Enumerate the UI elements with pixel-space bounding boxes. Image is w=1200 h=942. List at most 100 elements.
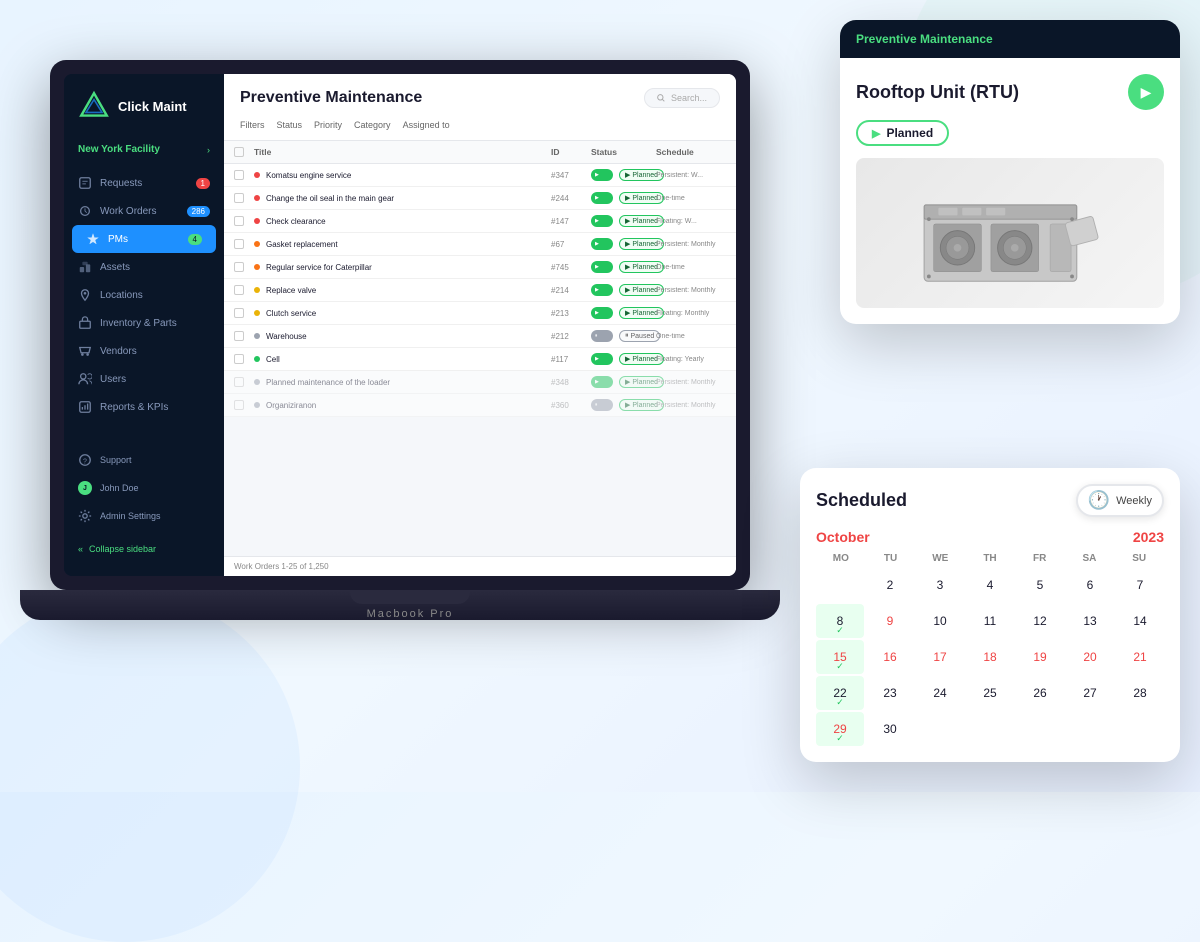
pm-schedule-cell: Persistent: Monthly: [656, 287, 726, 294]
sidebar-item-workorders[interactable]: Work Orders 286: [64, 197, 224, 225]
table-row[interactable]: Change the oil seal in the main gear #24…: [224, 187, 736, 210]
assets-icon: [78, 260, 92, 274]
header-status: Status: [591, 147, 656, 157]
row-checkbox[interactable]: [234, 239, 254, 249]
pm-toggle[interactable]: [591, 376, 613, 388]
calendar-cell[interactable]: 6: [1066, 568, 1114, 602]
sidebar-item-requests[interactable]: Requests 1: [64, 169, 224, 197]
calendar-cell[interactable]: 13: [1066, 604, 1114, 638]
sidebar-item-pms[interactable]: PMs 4: [72, 225, 216, 253]
select-all-checkbox[interactable]: [234, 147, 244, 157]
calendar-cell[interactable]: 9: [866, 604, 914, 638]
calendar-cell[interactable]: 15✓: [816, 640, 864, 674]
rooftop-card-header: Preventive Maintenance: [840, 20, 1180, 58]
pm-toggle[interactable]: [591, 261, 613, 273]
table-row[interactable]: Check clearance #147 ▶Planned Floating: …: [224, 210, 736, 233]
pm-toggle[interactable]: [591, 215, 613, 227]
sidebar-item-inventory[interactable]: Inventory & Parts: [64, 309, 224, 337]
table-row[interactable]: Warehouse #212 ⏸Paused One-time: [224, 325, 736, 348]
row-checkbox[interactable]: [234, 216, 254, 226]
calendar-cell[interactable]: 7: [1116, 568, 1164, 602]
table-row[interactable]: Gasket replacement #67 ▶Planned Persiste…: [224, 233, 736, 256]
calendar-cell[interactable]: 27: [1066, 676, 1114, 710]
row-checkbox[interactable]: [234, 262, 254, 272]
calendar-cell[interactable]: 8✓: [816, 604, 864, 638]
calendar-cell: [1116, 712, 1164, 746]
calendar-cell[interactable]: 30: [866, 712, 914, 746]
calendar-cell[interactable]: 4: [966, 568, 1014, 602]
calendar-cell[interactable]: 10: [916, 604, 964, 638]
pm-title-cell: Clutch service: [266, 309, 551, 318]
calendar-cell[interactable]: 29✓: [816, 712, 864, 746]
collapse-sidebar-button[interactable]: « Collapse sidebar: [64, 538, 224, 560]
planned-label: Planned: [886, 126, 933, 140]
calendar-cell[interactable]: 28: [1116, 676, 1164, 710]
table-row[interactable]: Clutch service #213 ▶Planned Floating: M…: [224, 302, 736, 325]
weekly-badge[interactable]: 🕐 Weekly: [1076, 484, 1164, 517]
calendar-cell[interactable]: 14: [1116, 604, 1164, 638]
row-checkbox[interactable]: [234, 331, 254, 341]
pm-toggle[interactable]: [591, 169, 613, 181]
calendar-cell[interactable]: 11: [966, 604, 1014, 638]
table-row[interactable]: Replace valve #214 ▶Planned Persistent: …: [224, 279, 736, 302]
pm-toggle[interactable]: [591, 192, 613, 204]
sidebar-item-support[interactable]: ? Support: [64, 446, 224, 474]
filter-category[interactable]: Category: [354, 118, 391, 132]
row-checkbox[interactable]: [234, 308, 254, 318]
asset-play-button[interactable]: ▶: [1128, 74, 1164, 110]
calendar-cell[interactable]: 20: [1066, 640, 1114, 674]
calendar-cell[interactable]: 2: [866, 568, 914, 602]
calendar-cell[interactable]: 19: [1016, 640, 1064, 674]
row-checkbox[interactable]: [234, 285, 254, 295]
table-row[interactable]: Komatsu engine service #347 ▶Planned Per…: [224, 164, 736, 187]
filter-status[interactable]: Status: [277, 118, 303, 132]
sidebar-item-locations[interactable]: Locations: [64, 281, 224, 309]
sidebar-item-admin-settings[interactable]: Admin Settings: [64, 502, 224, 530]
row-checkbox[interactable]: [234, 377, 254, 387]
row-checkbox[interactable]: [234, 193, 254, 203]
calendar-cell[interactable]: 18: [966, 640, 1014, 674]
calendar-cell[interactable]: 26: [1016, 676, 1064, 710]
filter-priority[interactable]: Priority: [314, 118, 342, 132]
pm-title-cell: Change the oil seal in the main gear: [266, 194, 551, 203]
table-row[interactable]: Regular service for Caterpillar #745 ▶Pl…: [224, 256, 736, 279]
row-checkbox[interactable]: [234, 170, 254, 180]
calendar-cell[interactable]: 22✓: [816, 676, 864, 710]
pm-title-row: Preventive Maintenance Search...: [240, 88, 720, 108]
facility-selector[interactable]: New York Facility ›: [64, 138, 224, 161]
calendar-cell[interactable]: 12: [1016, 604, 1064, 638]
calendar-cell[interactable]: 25: [966, 676, 1014, 710]
table-row[interactable]: Organiziranon #360 ▶Planned Persistent: …: [224, 394, 736, 417]
pm-toggle[interactable]: [591, 284, 613, 296]
pm-toggle[interactable]: [591, 307, 613, 319]
calendar-cell[interactable]: 17: [916, 640, 964, 674]
row-checkbox[interactable]: [234, 400, 254, 410]
pm-toggle[interactable]: [591, 353, 613, 365]
calendar-cell[interactable]: 5: [1016, 568, 1064, 602]
sidebar-item-reports[interactable]: Reports & KPIs: [64, 393, 224, 421]
sidebar-item-user-profile[interactable]: J John Doe: [64, 474, 224, 502]
table-row[interactable]: Planned maintenance of the loader #348 ▶…: [224, 371, 736, 394]
table-row[interactable]: Cell #117 ▶Planned Floating: Yearly: [224, 348, 736, 371]
pm-toggle[interactable]: [591, 330, 613, 342]
pm-status-cell: ▶Planned: [591, 169, 656, 181]
filter-filters[interactable]: Filters: [240, 118, 265, 132]
pm-toggle[interactable]: [591, 399, 613, 411]
row-checkbox[interactable]: [234, 354, 254, 364]
calendar-cell[interactable]: 23: [866, 676, 914, 710]
sidebar-item-vendors[interactable]: Vendors: [64, 337, 224, 365]
sidebar-item-assets[interactable]: Assets: [64, 253, 224, 281]
calendar-check-mark: ✓: [836, 697, 844, 708]
calendar-cell[interactable]: 3: [916, 568, 964, 602]
calendar-cell[interactable]: 16: [866, 640, 914, 674]
sidebar-item-users[interactable]: Users: [64, 365, 224, 393]
search-box[interactable]: Search...: [644, 88, 720, 108]
filter-assigned[interactable]: Assigned to: [403, 118, 450, 132]
calendar-cell[interactable]: 21: [1116, 640, 1164, 674]
pm-id-cell: #348: [551, 378, 591, 387]
sidebar: Click Maint New York Facility › Requests…: [64, 74, 224, 576]
rooftop-card-body: Rooftop Unit (RTU) ▶ ▶ Planned: [840, 58, 1180, 324]
calendar-cell[interactable]: 24: [916, 676, 964, 710]
priority-dot: [254, 195, 260, 201]
pm-toggle[interactable]: [591, 238, 613, 250]
